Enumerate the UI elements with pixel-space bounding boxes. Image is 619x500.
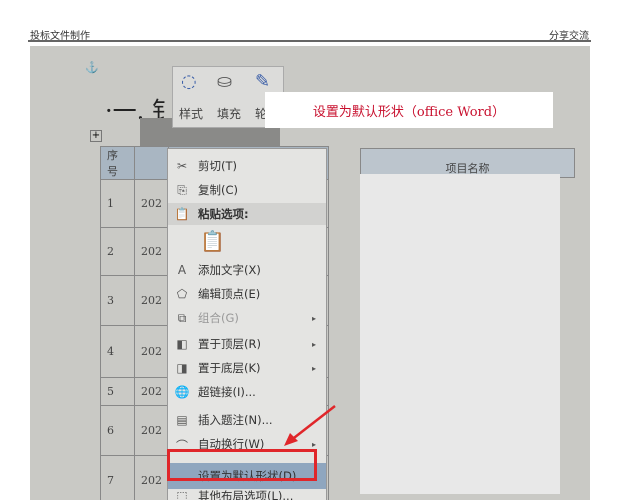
menu-item-label: 剪切(T) xyxy=(198,159,237,173)
menu-item[interactable]: ⬚ 其他布局选项(L)... xyxy=(168,485,326,500)
title-callout: 设置为默认形状（office Word） xyxy=(265,92,553,128)
menu-item-label: 超链接(I)... xyxy=(198,385,256,399)
row-index: 3 xyxy=(100,275,135,326)
row-index: 1 xyxy=(100,179,135,228)
row-index: 6 xyxy=(100,405,135,456)
menu-item-label: 复制(C) xyxy=(198,183,239,197)
header-rule xyxy=(28,40,591,42)
scissors-icon: ✂ xyxy=(176,159,188,173)
menu-item-label: 编辑顶点(E) xyxy=(198,287,261,301)
submenu-arrow-icon: ▸ xyxy=(311,339,316,349)
menu-item[interactable]: ◧ 置于顶层(R) ▸ xyxy=(168,333,326,355)
menu-item-label: 组合(G) xyxy=(198,311,239,325)
menu-item[interactable]: ⧉ 组合(G) ▸ xyxy=(168,307,326,329)
shape-style-icon: ◌ xyxy=(181,71,197,92)
menu-item[interactable]: ⬠ 编辑顶点(E) xyxy=(168,283,326,305)
paste-keep-format-icon[interactable]: 📋 xyxy=(200,229,225,253)
menu-item-label: 添加文字(X) xyxy=(198,263,261,277)
menu-item[interactable]: ⎘ 复制(C) xyxy=(168,179,326,201)
submenu-arrow-icon: ▸ xyxy=(311,363,316,373)
submenu-arrow-icon: ▸ xyxy=(311,313,316,323)
row-year: 202 xyxy=(134,377,169,406)
col-header-index: 序号 xyxy=(100,146,135,180)
layout-icon: ⬚ xyxy=(176,489,188,500)
row-year: 202 xyxy=(134,405,169,456)
row-year: 202 xyxy=(134,455,169,500)
menu-item-label: 粘贴选项: xyxy=(198,207,249,221)
menu-item[interactable]: A 添加文字(X) xyxy=(168,259,326,281)
row-index: 2 xyxy=(100,227,135,276)
highlight-box xyxy=(167,449,317,481)
redacted-area xyxy=(360,174,560,494)
menu-item[interactable]: 📋 粘贴选项: xyxy=(168,203,326,225)
edit-points-icon: ⬠ xyxy=(176,287,188,301)
menu-item-label: 置于顶层(R) xyxy=(198,337,261,351)
group-icon: ⧉ xyxy=(177,311,187,325)
menu-item[interactable]: ✂ 剪切(T) xyxy=(168,155,326,177)
bring-front-icon: ◧ xyxy=(176,337,188,351)
row-index: 4 xyxy=(100,325,135,378)
row-year: 202 xyxy=(134,275,169,326)
copy-icon: ⎘ xyxy=(177,183,187,197)
row-index: 7 xyxy=(100,455,135,500)
menu-item-label: 置于底层(K) xyxy=(198,361,261,375)
row-year: 202 xyxy=(134,227,169,276)
anchor-icon: ⚓ xyxy=(85,61,99,74)
send-back-icon: ◨ xyxy=(176,361,188,375)
menu-item[interactable]: 🌐 超链接(I)... xyxy=(168,381,326,403)
fill-button[interactable]: 填充 xyxy=(217,105,241,122)
red-arrow xyxy=(284,405,336,446)
menu-item[interactable]: ◨ 置于底层(K) ▸ xyxy=(168,357,326,379)
paste-icon: 📋 xyxy=(174,207,190,221)
row-year: 202 xyxy=(134,325,169,378)
add-text-icon: A xyxy=(177,263,187,277)
style-button[interactable]: 样式 xyxy=(179,105,203,122)
hyperlink-icon: 🌐 xyxy=(174,385,190,399)
menu-item-label: 其他布局选项(L)... xyxy=(198,489,294,500)
outline-pen-icon: ✎ xyxy=(255,71,271,92)
row-index: 5 xyxy=(100,377,135,406)
caption-icon: ▤ xyxy=(176,413,188,427)
row-year: 202 xyxy=(134,179,169,228)
fill-bucket-icon: ⛀ xyxy=(217,71,233,92)
table-move-handle[interactable]: + xyxy=(90,130,102,142)
